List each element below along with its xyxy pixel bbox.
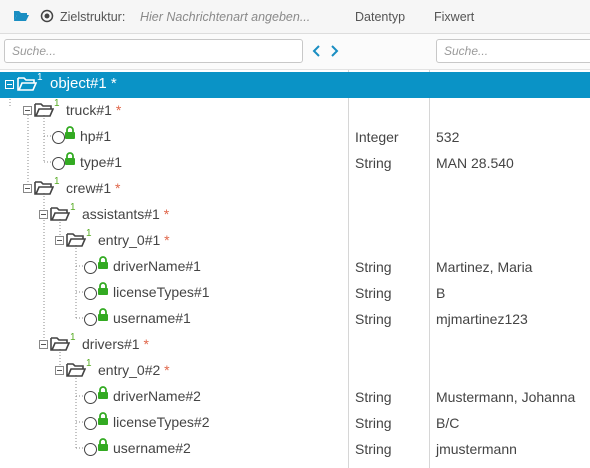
fixed-value-cell[interactable]: MAN 28.540 (436, 155, 514, 171)
leaf-node-icon (84, 313, 97, 326)
tree-row[interactable]: hp#1 Integer 532 (0, 124, 590, 150)
node-label: crew#1 * (66, 180, 121, 196)
tree-row[interactable]: driverName#2 String Mustermann, Johanna (0, 384, 590, 410)
tree-row[interactable]: 1 crew#1 * (0, 176, 590, 202)
tree-row[interactable]: driverName#1 String Martinez, Maria (0, 254, 590, 280)
collapse-toggle[interactable] (55, 366, 64, 375)
cardinality: 1 (86, 358, 92, 369)
cardinality: 1 (70, 202, 76, 213)
lock-icon (97, 438, 109, 456)
leaf-node-icon (84, 391, 97, 404)
tree-row[interactable]: username#2 String jmustermann (0, 436, 590, 462)
collapse-toggle[interactable] (39, 210, 48, 219)
datatype-cell: String (355, 155, 392, 171)
tree-row[interactable]: 1 entry_0#2 * (0, 358, 590, 384)
fixed-value-cell[interactable]: B (436, 285, 445, 301)
lock-icon (97, 412, 109, 430)
folder-open-icon (17, 76, 38, 97)
node-label: driverName#1 (113, 258, 201, 274)
tree-row[interactable]: licenseTypes#1 String B (0, 280, 590, 306)
folder-open-icon (66, 362, 87, 383)
node-label: driverName#2 (113, 388, 201, 404)
tree-row[interactable]: username#1 String mjmartinez123 (0, 306, 590, 332)
folder-open-icon (50, 206, 71, 227)
datatype-cell: String (355, 285, 392, 301)
folder-open-icon (50, 336, 71, 357)
collapse-toggle[interactable] (39, 340, 48, 349)
collapse-toggle[interactable] (55, 236, 64, 245)
cardinality: 1 (54, 176, 60, 187)
fixed-value-cell[interactable]: B/C (436, 415, 459, 431)
chevron-left-icon[interactable] (311, 44, 323, 58)
leaf-node-icon (84, 443, 97, 456)
chevron-right-icon[interactable] (328, 44, 340, 58)
datatype-cell: String (355, 441, 392, 457)
tree-row[interactable]: type#1 String MAN 28.540 (0, 150, 590, 176)
node-label: username#2 (113, 440, 191, 456)
tree-row[interactable]: 1 object#1 * (0, 72, 590, 98)
datatype-cell: String (355, 311, 392, 327)
cardinality: 1 (86, 228, 92, 239)
datatype-cell: String (355, 415, 392, 431)
column-header-type[interactable]: Datentyp (355, 10, 405, 24)
leaf-node-icon (84, 261, 97, 274)
datatype-cell: String (355, 389, 392, 405)
node-label: entry_0#2 * (98, 362, 170, 378)
filter-bar (0, 34, 590, 70)
collapse-toggle[interactable] (5, 80, 14, 89)
lock-icon (97, 308, 109, 326)
tree-row[interactable]: licenseTypes#2 String B/C (0, 410, 590, 436)
cardinality: 1 (54, 98, 60, 109)
node-label: username#1 (113, 310, 191, 326)
tree-row[interactable]: 1 assistants#1 * (0, 202, 590, 228)
node-label: assistants#1 * (82, 206, 170, 222)
node-label: licenseTypes#1 (113, 284, 210, 300)
leaf-node-icon (84, 417, 97, 430)
lock-icon (97, 256, 109, 274)
folder-open-icon (66, 232, 87, 253)
node-label: licenseTypes#2 (113, 414, 210, 430)
node-label: object#1 * (50, 75, 117, 92)
tree-row[interactable]: 1 entry_0#1 * (0, 228, 590, 254)
tree-header: Zielstruktur: Hier Nachrichtenart angebe… (0, 0, 590, 34)
node-label: truck#1 * (66, 102, 122, 118)
folder-open-icon (34, 102, 55, 123)
collapse-toggle[interactable] (23, 184, 32, 193)
leaf-node-icon (84, 287, 97, 300)
datatype-cell: String (355, 259, 392, 275)
fixed-value-cell[interactable]: Martinez, Maria (436, 259, 532, 275)
message-type-placeholder[interactable]: Hier Nachrichtenart angeben... (140, 10, 310, 24)
datatype-cell: Integer (355, 129, 399, 145)
cardinality: 1 (70, 332, 76, 343)
folder-open-icon[interactable] (13, 9, 29, 28)
lock-icon (64, 152, 76, 170)
node-label: type#1 (80, 154, 123, 170)
node-label: hp#1 (80, 128, 112, 144)
lock-icon (64, 126, 76, 144)
node-label: drivers#1 * (82, 336, 149, 352)
lock-icon (97, 282, 109, 300)
value-search-input[interactable] (436, 39, 590, 63)
cardinality: 1 (37, 72, 43, 83)
target-structure-label: Zielstruktur: (60, 10, 126, 24)
fixed-value-cell[interactable]: mjmartinez123 (436, 311, 528, 327)
collapse-toggle[interactable] (23, 106, 32, 115)
node-label: entry_0#1 * (98, 232, 170, 248)
target-radio-icon[interactable] (40, 9, 54, 28)
lock-icon (97, 386, 109, 404)
tree-row[interactable]: 1 truck#1 * (0, 98, 590, 124)
tree-row[interactable]: 1 drivers#1 * (0, 332, 590, 358)
folder-open-icon (34, 180, 55, 201)
fixed-value-cell[interactable]: 532 (436, 129, 459, 145)
tree-search-input[interactable] (4, 39, 303, 63)
column-header-value[interactable]: Fixwert (434, 10, 474, 24)
fixed-value-cell[interactable]: Mustermann, Johanna (436, 389, 575, 405)
fixed-value-cell[interactable]: jmustermann (436, 441, 517, 457)
